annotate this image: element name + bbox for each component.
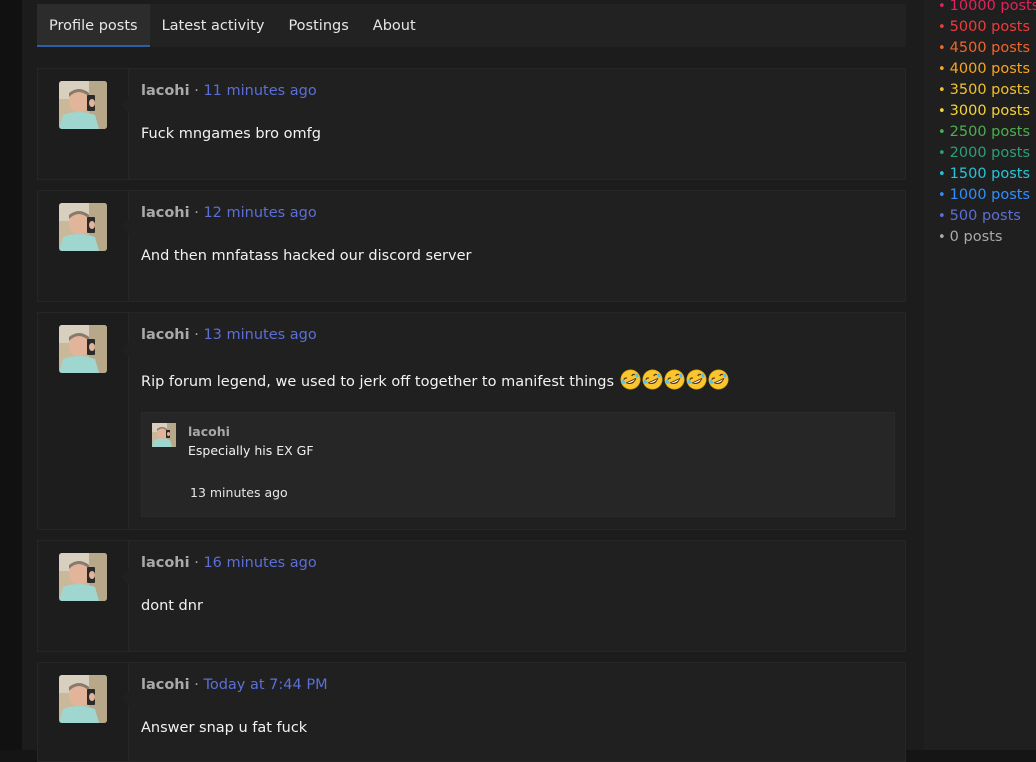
rolling-on-floor-laughing-icon (620, 369, 641, 390)
post-meta: lacohi · 16 minutes ago (141, 555, 317, 571)
post-meta: lacohi · 13 minutes ago (141, 327, 317, 343)
legend-bullet: • (938, 62, 946, 77)
post-meta: lacohi · 12 minutes ago (141, 205, 317, 221)
post-timestamp[interactable]: 16 minutes ago (203, 555, 316, 571)
legend-item: • 0 posts (938, 227, 1036, 248)
legend-item: • 10000 posts (938, 0, 1036, 17)
avatar[interactable] (59, 553, 107, 601)
legend-bullet: • (938, 41, 946, 56)
left-gutter (0, 0, 22, 750)
tab-postings[interactable]: Postings (276, 4, 360, 47)
comment-text: Especially his EX GF (188, 443, 314, 458)
legend-bullet: • (938, 167, 946, 182)
avatar-column (38, 69, 129, 179)
rolling-on-floor-laughing-icon (708, 369, 729, 390)
post-timestamp[interactable]: 13 minutes ago (203, 327, 316, 343)
post-count-legend: • 10000 posts • 5000 posts • 4500 posts • 4000 … (938, 0, 1036, 248)
meta-separator: · (194, 327, 199, 343)
legend-item: • 500 posts (938, 206, 1036, 227)
post-username[interactable]: lacohi (141, 205, 190, 221)
post-timestamp[interactable]: Today at 7:44 PM (203, 677, 327, 693)
tab-latest-activity[interactable]: Latest activity (150, 4, 277, 47)
comment-username[interactable]: lacohi (188, 424, 230, 439)
legend-bullet: • (938, 83, 946, 98)
avatar[interactable] (59, 675, 107, 723)
legend-label: 3000 posts (949, 103, 1031, 119)
legend-item: • 2000 posts (938, 143, 1036, 164)
legend-label: 500 posts (949, 208, 1021, 224)
post-username[interactable]: lacohi (141, 555, 190, 571)
avatar-column (38, 191, 129, 301)
meta-separator: · (194, 205, 199, 221)
comment-avatar[interactable] (152, 423, 176, 447)
legend-item: • 2500 posts (938, 122, 1036, 143)
avatar[interactable] (59, 325, 107, 373)
legend-label: 1000 posts (949, 187, 1031, 203)
post-comment: lacohi Especially his EX GF 13 minutes a… (141, 412, 895, 517)
rolling-on-floor-laughing-icon (686, 369, 707, 390)
legend-label: 5000 posts (949, 19, 1031, 35)
profile-post: lacohi · 13 minutes ago Rip forum legend… (37, 312, 906, 530)
post-username[interactable]: lacohi (141, 677, 190, 693)
legend-item: • 3500 posts (938, 80, 1036, 101)
tab-profile-posts[interactable]: Profile posts (37, 4, 150, 47)
profile-post: lacohi · 12 minutes ago And then mnfatas… (37, 190, 906, 302)
legend-bullet: • (938, 146, 946, 161)
post-meta: lacohi · Today at 7:44 PM (141, 677, 328, 693)
legend-bullet: • (938, 188, 946, 203)
legend-label: 4000 posts (949, 61, 1031, 77)
legend-label: 2000 posts (949, 145, 1031, 161)
legend-item: • 4500 posts (938, 38, 1036, 59)
legend-item: • 4000 posts (938, 59, 1036, 80)
legend-bullet: • (938, 104, 946, 119)
post-username[interactable]: lacohi (141, 327, 190, 343)
post-meta: lacohi · 11 minutes ago (141, 83, 317, 99)
profile-post: lacohi · 16 minutes ago dont dnr (37, 540, 906, 652)
post-text: And then mnfatass hacked our discord ser… (141, 248, 472, 264)
post-text: Answer snap u fat fuck (141, 720, 308, 736)
tab-about[interactable]: About (361, 4, 428, 47)
legend-label: 0 posts (949, 229, 1003, 245)
legend-label: 10000 posts (949, 0, 1036, 14)
avatar[interactable] (59, 203, 107, 251)
meta-separator: · (194, 83, 199, 99)
comment-timestamp[interactable]: 13 minutes ago (190, 485, 288, 500)
meta-separator: · (194, 555, 199, 571)
rolling-on-floor-laughing-icon (664, 369, 685, 390)
emoji-row (619, 369, 729, 390)
post-username[interactable]: lacohi (141, 83, 190, 99)
legend-label: 3500 posts (949, 82, 1031, 98)
meta-separator: · (194, 677, 199, 693)
legend-item: • 3000 posts (938, 101, 1036, 122)
legend-label: 2500 posts (949, 124, 1031, 140)
legend-bullet: • (938, 20, 946, 35)
profile-post: lacohi · Today at 7:44 PM Answer snap u … (37, 662, 906, 762)
rolling-on-floor-laughing-icon (642, 369, 663, 390)
post-text-line: Rip forum legend, we used to jerk off to… (141, 369, 729, 390)
profile-tabs: Profile posts Latest activity Postings A… (37, 4, 906, 47)
legend-bullet: • (938, 0, 946, 14)
post-text: Fuck mngames bro omfg (141, 126, 321, 142)
post-timestamp[interactable]: 11 minutes ago (203, 83, 316, 99)
avatar[interactable] (59, 81, 107, 129)
legend-bullet: • (938, 209, 946, 224)
legend-item: • 1500 posts (938, 164, 1036, 185)
avatar-column (38, 541, 129, 651)
legend-bullet: • (938, 125, 946, 140)
legend-bullet: • (938, 230, 946, 245)
avatar-column (38, 313, 129, 529)
avatar-column (38, 663, 129, 761)
legend-item: • 1000 posts (938, 185, 1036, 206)
legend-label: 1500 posts (949, 166, 1031, 182)
post-text: dont dnr (141, 598, 203, 614)
post-text: Rip forum legend, we used to jerk off to… (141, 374, 615, 390)
legend-label: 4500 posts (949, 40, 1031, 56)
profile-post: lacohi · 11 minutes ago Fuck mngames bro… (37, 68, 906, 180)
legend-item: • 5000 posts (938, 17, 1036, 38)
post-timestamp[interactable]: 12 minutes ago (203, 205, 316, 221)
